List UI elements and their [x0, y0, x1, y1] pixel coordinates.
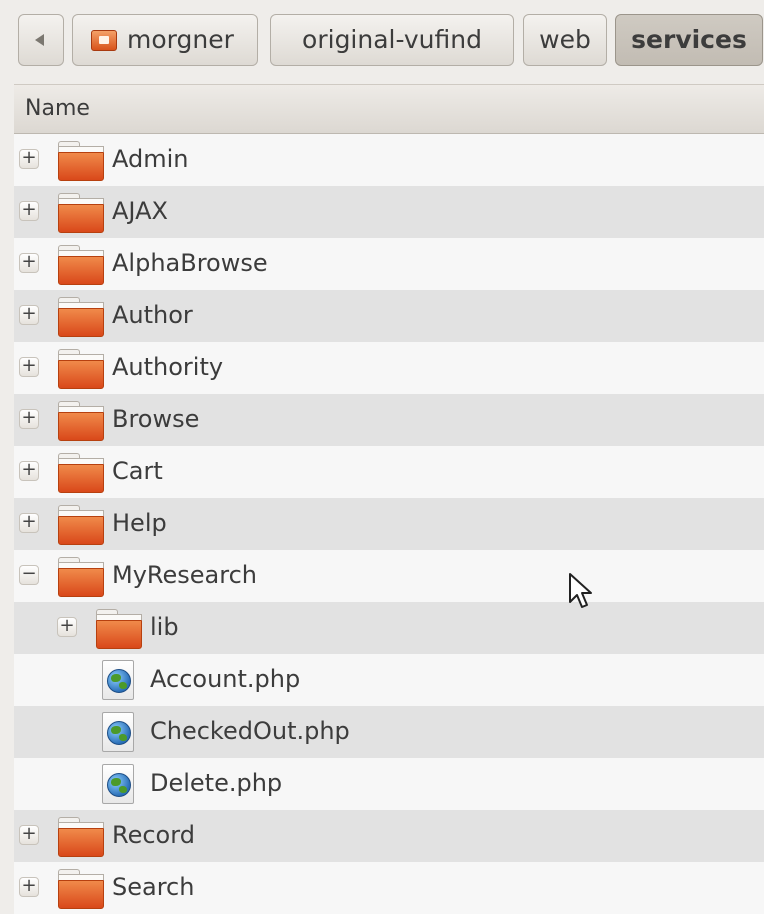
tree-item-label: Author: [112, 301, 193, 329]
expand-icon[interactable]: +: [19, 461, 39, 481]
tree-item-label: CheckedOut.php: [150, 717, 350, 745]
tree-row-folder[interactable]: + Admin: [14, 134, 764, 186]
folder-icon: [58, 297, 104, 337]
folder-icon: [58, 869, 104, 909]
tree-item-label: Cart: [112, 457, 163, 485]
tree-item-label: Help: [112, 509, 167, 537]
tree-row-folder[interactable]: + Authority: [14, 342, 764, 394]
tree-item-label: MyResearch: [112, 561, 257, 589]
tree-item-label: Search: [112, 873, 195, 901]
expand-icon[interactable]: +: [19, 513, 39, 533]
expand-icon[interactable]: +: [19, 877, 39, 897]
expand-icon[interactable]: +: [19, 305, 39, 325]
tree-row-folder[interactable]: + lib: [14, 602, 764, 654]
tree-item-label: Admin: [112, 145, 189, 173]
folder-icon: [58, 557, 104, 597]
tree-item-label: Browse: [112, 405, 200, 433]
file-tree: + Admin + AJAX + AlphaBrowse + Author + Authority…: [14, 134, 764, 914]
tree-row-folder[interactable]: − MyResearch: [14, 550, 764, 602]
expand-icon[interactable]: +: [19, 825, 39, 845]
tree-row-folder[interactable]: + Help: [14, 498, 764, 550]
tree-row-folder[interactable]: + AlphaBrowse: [14, 238, 764, 290]
tree-row-file[interactable]: Delete.php: [14, 758, 764, 810]
expand-icon[interactable]: +: [19, 201, 39, 221]
breadcrumb-item[interactable]: web: [523, 14, 607, 66]
expand-icon[interactable]: +: [19, 409, 39, 429]
folder-icon: [58, 505, 104, 545]
breadcrumb-item-current[interactable]: services: [615, 14, 763, 66]
tree-item-label: AJAX: [112, 197, 168, 225]
tree-item-label: Delete.php: [150, 769, 283, 797]
expand-icon[interactable]: +: [19, 253, 39, 273]
tree-item-label: Account.php: [150, 665, 301, 693]
column-header-name[interactable]: Name: [14, 84, 764, 134]
php-file-icon: [102, 660, 136, 700]
php-file-icon: [102, 764, 136, 804]
tree-row-folder[interactable]: + Record: [14, 810, 764, 862]
mouse-pointer-icon: [569, 573, 592, 608]
collapse-icon[interactable]: −: [19, 565, 39, 585]
left-arrow-icon: [35, 34, 44, 46]
folder-icon: [58, 817, 104, 857]
tree-item-label: Record: [112, 821, 195, 849]
breadcrumb-item-home[interactable]: morgner: [72, 14, 258, 66]
folder-icon: [96, 609, 142, 649]
tree-item-label: Authority: [112, 353, 224, 381]
tree-item-label: lib: [150, 613, 179, 641]
folder-icon: [58, 193, 104, 233]
folder-icon: [58, 453, 104, 493]
folder-icon: [58, 245, 104, 285]
expand-icon[interactable]: +: [57, 617, 77, 637]
home-folder-icon: [91, 30, 117, 51]
tree-row-file[interactable]: Account.php: [14, 654, 764, 706]
folder-icon: [58, 401, 104, 441]
tree-row-folder[interactable]: + Browse: [14, 394, 764, 446]
tree-row-folder[interactable]: + Author: [14, 290, 764, 342]
breadcrumb-back-button[interactable]: [18, 14, 64, 66]
tree-row-file[interactable]: CheckedOut.php: [14, 706, 764, 758]
expand-icon[interactable]: +: [19, 149, 39, 169]
tree-row-folder[interactable]: + Search: [14, 862, 764, 914]
path-bar: morgner original-vufind web services: [0, 0, 764, 82]
folder-icon: [58, 141, 104, 181]
breadcrumb-item[interactable]: original-vufind: [270, 14, 514, 66]
php-file-icon: [102, 712, 136, 752]
tree-row-folder[interactable]: + AJAX: [14, 186, 764, 238]
breadcrumb-label: morgner: [127, 25, 234, 54]
tree-item-label: AlphaBrowse: [112, 249, 268, 277]
tree-row-folder[interactable]: + Cart: [14, 446, 764, 498]
folder-icon: [58, 349, 104, 389]
expand-icon[interactable]: +: [19, 357, 39, 377]
